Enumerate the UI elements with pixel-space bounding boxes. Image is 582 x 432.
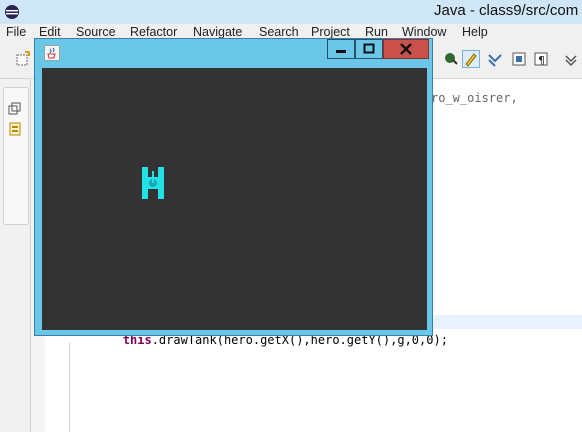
- fold-guide: [69, 343, 70, 432]
- show-whitespace-icon[interactable]: [510, 50, 528, 68]
- menu-window[interactable]: Window: [402, 25, 446, 39]
- tank-left-track: [142, 167, 148, 199]
- java-app-window: [34, 38, 433, 336]
- minimize-button[interactable]: [327, 39, 355, 59]
- menu-search[interactable]: Search: [259, 25, 299, 39]
- menu-project[interactable]: Project: [311, 25, 350, 39]
- ide-titlebar: Java - class9/src/com: [0, 0, 582, 24]
- next-annotation-icon[interactable]: [486, 50, 504, 68]
- menu-refactor[interactable]: Refactor: [130, 25, 177, 39]
- menu-file[interactable]: File: [6, 25, 26, 39]
- more-icon[interactable]: [562, 50, 580, 68]
- maximize-icon: [363, 43, 375, 54]
- menu-run[interactable]: Run: [365, 25, 388, 39]
- eclipse-icon: [5, 5, 19, 19]
- window-title: Java - class9/src/com: [434, 2, 579, 19]
- minimized-stack: [3, 87, 29, 225]
- java-window-titlebar[interactable]: [35, 39, 432, 65]
- java-cup-icon: [44, 45, 60, 61]
- svg-text:¶: ¶: [538, 54, 545, 67]
- menu-navigate[interactable]: Navigate: [193, 25, 242, 39]
- menu-source[interactable]: Source: [76, 25, 116, 39]
- paragraph-icon[interactable]: ¶: [532, 50, 550, 68]
- close-button[interactable]: [383, 39, 429, 59]
- partial-code-line: ro_w_oisrer,: [431, 91, 518, 105]
- restore-icon[interactable]: [8, 102, 22, 116]
- close-icon: [400, 43, 412, 55]
- menu-help[interactable]: Help: [462, 25, 488, 39]
- debug-icon[interactable]: [442, 50, 460, 68]
- new-wizard-icon[interactable]: [14, 50, 32, 68]
- menu-edit[interactable]: Edit: [39, 25, 61, 39]
- tank-barrel: [152, 171, 154, 183]
- left-trim: [0, 79, 31, 432]
- maximize-button[interactable]: [355, 39, 383, 59]
- minimize-icon: [336, 50, 346, 53]
- outline-icon[interactable]: [8, 122, 22, 136]
- tank-right-track: [158, 167, 164, 199]
- hero-tank: [142, 167, 164, 199]
- toggle-highlight-icon[interactable]: [462, 50, 480, 68]
- game-canvas[interactable]: [42, 68, 427, 330]
